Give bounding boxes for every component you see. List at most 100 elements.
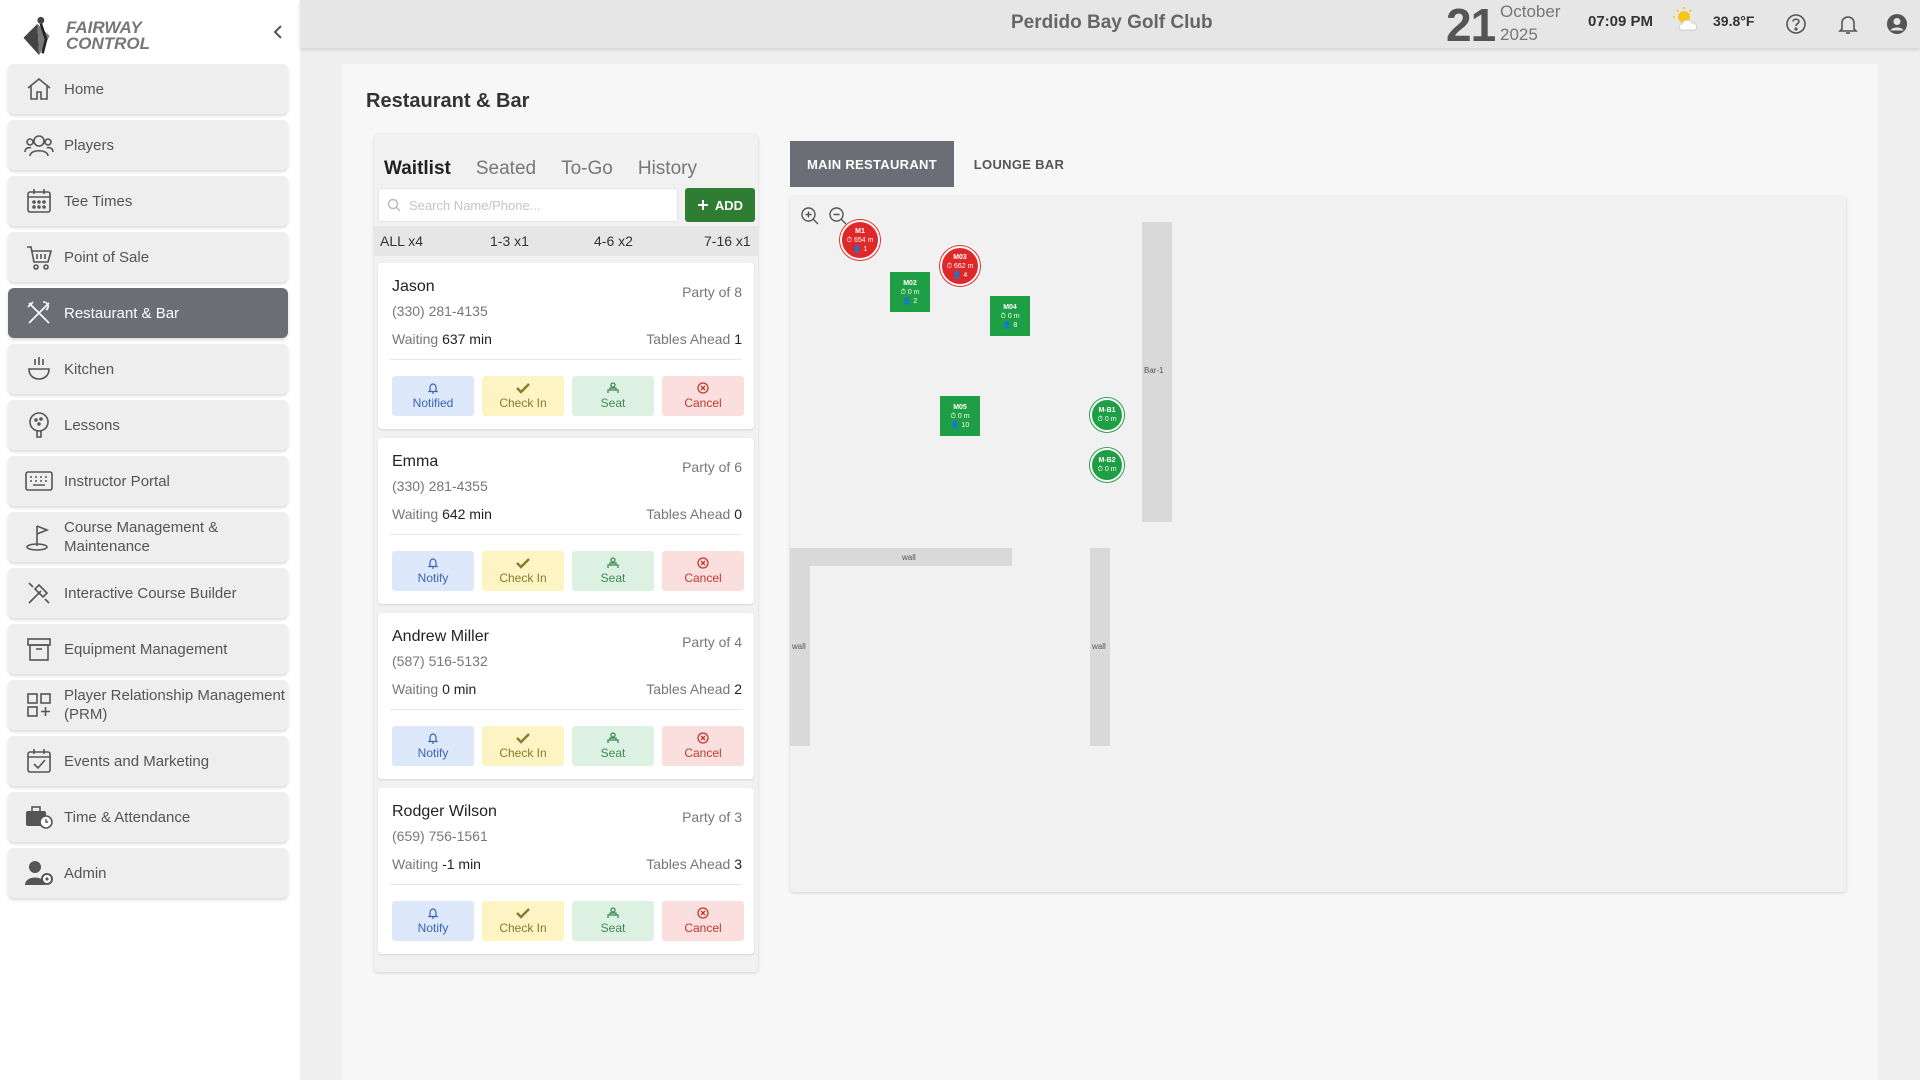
tab-seated[interactable]: Seated [476,158,536,180]
cancel-circle-icon [697,557,709,569]
sidebar-item-kitchen[interactable]: Kitchen [8,344,288,394]
search-input[interactable] [409,197,659,213]
partly-cloudy-icon [1673,7,1698,31]
add-guest-button[interactable]: ADD [685,188,755,222]
filter-4-6[interactable]: 4-6 x2 [594,233,633,249]
guest-name: Rodger Wilson [392,803,497,820]
notify-button[interactable]: Notify [392,726,474,766]
table-m05[interactable]: M05 ⏱ 0 m 👤 10 [940,396,980,436]
zoom-out-icon[interactable] [828,206,848,226]
checkmark-icon [516,558,530,569]
tab-history[interactable]: History [638,158,697,180]
cancel-button[interactable]: Cancel [662,551,744,591]
wall-label: wall [1092,642,1106,651]
tab-waitlist[interactable]: Waitlist [384,158,451,180]
app-logo[interactable]: FAIRWAY CONTROL [20,12,150,60]
card-actions: Notify Check In Seat Cancel [392,726,752,766]
table-m04[interactable]: M04 ⏱ 0 m 👤 8 [990,296,1030,336]
sidebar-item-instructor-portal[interactable]: Instructor Portal [8,456,288,506]
tab-lounge-bar[interactable]: LOUNGE BAR [962,141,1076,187]
check-in-button[interactable]: Check In [482,726,564,766]
main-content: Restaurant & Bar Waitlist Seated To-Go H… [342,64,1878,1080]
cancel-button[interactable]: Cancel [662,901,744,941]
table-m03[interactable]: M03 ⏱ 662 m 👤 4 [940,246,980,286]
sidebar-item-interactive-course-builder[interactable]: Interactive Course Builder [8,568,288,618]
waitlist-card[interactable]: Emma Party of 6 (330) 281-4355 Waiting 6… [378,438,754,604]
table-m1[interactable]: M1 ⏱ 654 m 👤 1 [840,220,880,260]
cancel-button[interactable]: Cancel [662,376,744,416]
waiting-time: Waiting 0 min [392,681,477,697]
zoom-in-icon[interactable] [800,206,820,226]
waitlist-card[interactable]: Andrew Miller Party of 4 (587) 516-5132 … [378,613,754,779]
table-timer: ⏱ 654 m [846,236,874,244]
search-icon [387,198,401,212]
seat-button[interactable]: Seat [572,551,654,591]
tab-to-go[interactable]: To-Go [561,158,613,180]
filter-7-16[interactable]: 7-16 x1 [704,233,751,249]
sidebar-item-label: Tee Times [64,192,133,210]
archive-icon [24,634,54,664]
seat-icon [607,732,619,743]
sidebar-item-tee-times[interactable]: Tee Times [8,176,288,226]
tables-ahead: Tables Ahead 0 [646,506,742,522]
sidebar-item-label: Home [64,80,105,98]
sidebar-item-label: Interactive Course Builder [64,584,237,602]
sidebar-item-restaurant-bar[interactable]: Restaurant & Bar [8,288,288,338]
tables-ahead: Tables Ahead 2 [646,681,742,697]
sidebar-item-players[interactable]: Players [8,120,288,170]
sidebar-item-time-attendance[interactable]: Time & Attendance [8,792,288,842]
guest-phone: (659) 756-1561 [392,828,488,844]
tab-main-restaurant[interactable]: MAIN RESTAURANT [790,141,954,187]
current-time: 07:09 PM [1588,13,1654,30]
user-gear-icon [24,858,54,888]
filter-all[interactable]: ALL x4 [380,233,423,249]
date-day: 21 [1446,0,1496,51]
seat-button[interactable]: Seat [572,901,654,941]
guest-phone: (330) 281-4355 [392,478,488,494]
floor-plan[interactable]: Bar-1 wall wall wall M1 ⏱ 654 m 👤 1 M02 … [790,196,1846,892]
table-timer: ⏱ 0 m [1000,312,1020,320]
notifications-button[interactable] [1835,11,1861,37]
sidebar-item-label: Events and Marketing [64,752,210,770]
guest-phone: (587) 516-5132 [392,653,488,669]
table-guests: 👤 2 [902,297,918,305]
check-in-button[interactable]: Check In [482,551,564,591]
check-in-button[interactable]: Check In [482,901,564,941]
notify-button[interactable]: Notified [392,376,474,416]
seat-button[interactable]: Seat [572,726,654,766]
builder-icon [24,578,54,608]
notify-button[interactable]: Notify [392,551,474,591]
seat-button[interactable]: Seat [572,376,654,416]
sidebar-item-home[interactable]: Home [8,64,288,114]
cancel-button[interactable]: Cancel [662,726,744,766]
sidebar-item-label: Admin [64,864,107,882]
table-timer: ⏱ 662 m [946,262,974,270]
user-account-button[interactable] [1884,11,1910,37]
table-m-b2[interactable]: M-B2 ⏱ 0 m [1090,448,1124,482]
sidebar-item-admin[interactable]: Admin [8,848,288,898]
add-button-label: ADD [714,197,744,213]
date-year: 2025 [1500,25,1538,44]
check-in-button[interactable]: Check In [482,376,564,416]
notify-button[interactable]: Notify [392,901,474,941]
help-button[interactable] [1783,11,1809,37]
filter-1-3[interactable]: 1-3 x1 [490,233,529,249]
sidebar-item-label: Restaurant & Bar [64,304,180,322]
sidebar-item-prm[interactable]: Player Relationship Management (PRM) [8,680,288,730]
waitlist-card[interactable]: Rodger Wilson Party of 3 (659) 756-1561 … [378,788,754,954]
sidebar-item-events-marketing[interactable]: Events and Marketing [8,736,288,786]
waitlist-card[interactable]: Jason Party of 8 (330) 281-4135 Waiting … [378,263,754,429]
sidebar-item-point-of-sale[interactable]: Point of Sale [8,232,288,282]
bell-icon [427,908,439,919]
collapse-sidebar-button[interactable] [266,20,290,44]
sidebar-item-equipment-management[interactable]: Equipment Management [8,624,288,674]
sidebar-item-label: Kitchen [64,360,115,378]
sidebar-item-course-management[interactable]: Course Management & Maintenance [8,512,288,562]
table-m-b1[interactable]: M-B1 ⏱ 0 m [1090,398,1124,432]
seat-icon [607,557,619,568]
sidebar-item-lessons[interactable]: Lessons [8,400,288,450]
table-m02[interactable]: M02 ⏱ 0 m 👤 2 [890,272,930,312]
sidebar-item-label: Players [64,136,115,154]
party-size: Party of 6 [682,459,742,475]
seat-icon [607,382,619,393]
